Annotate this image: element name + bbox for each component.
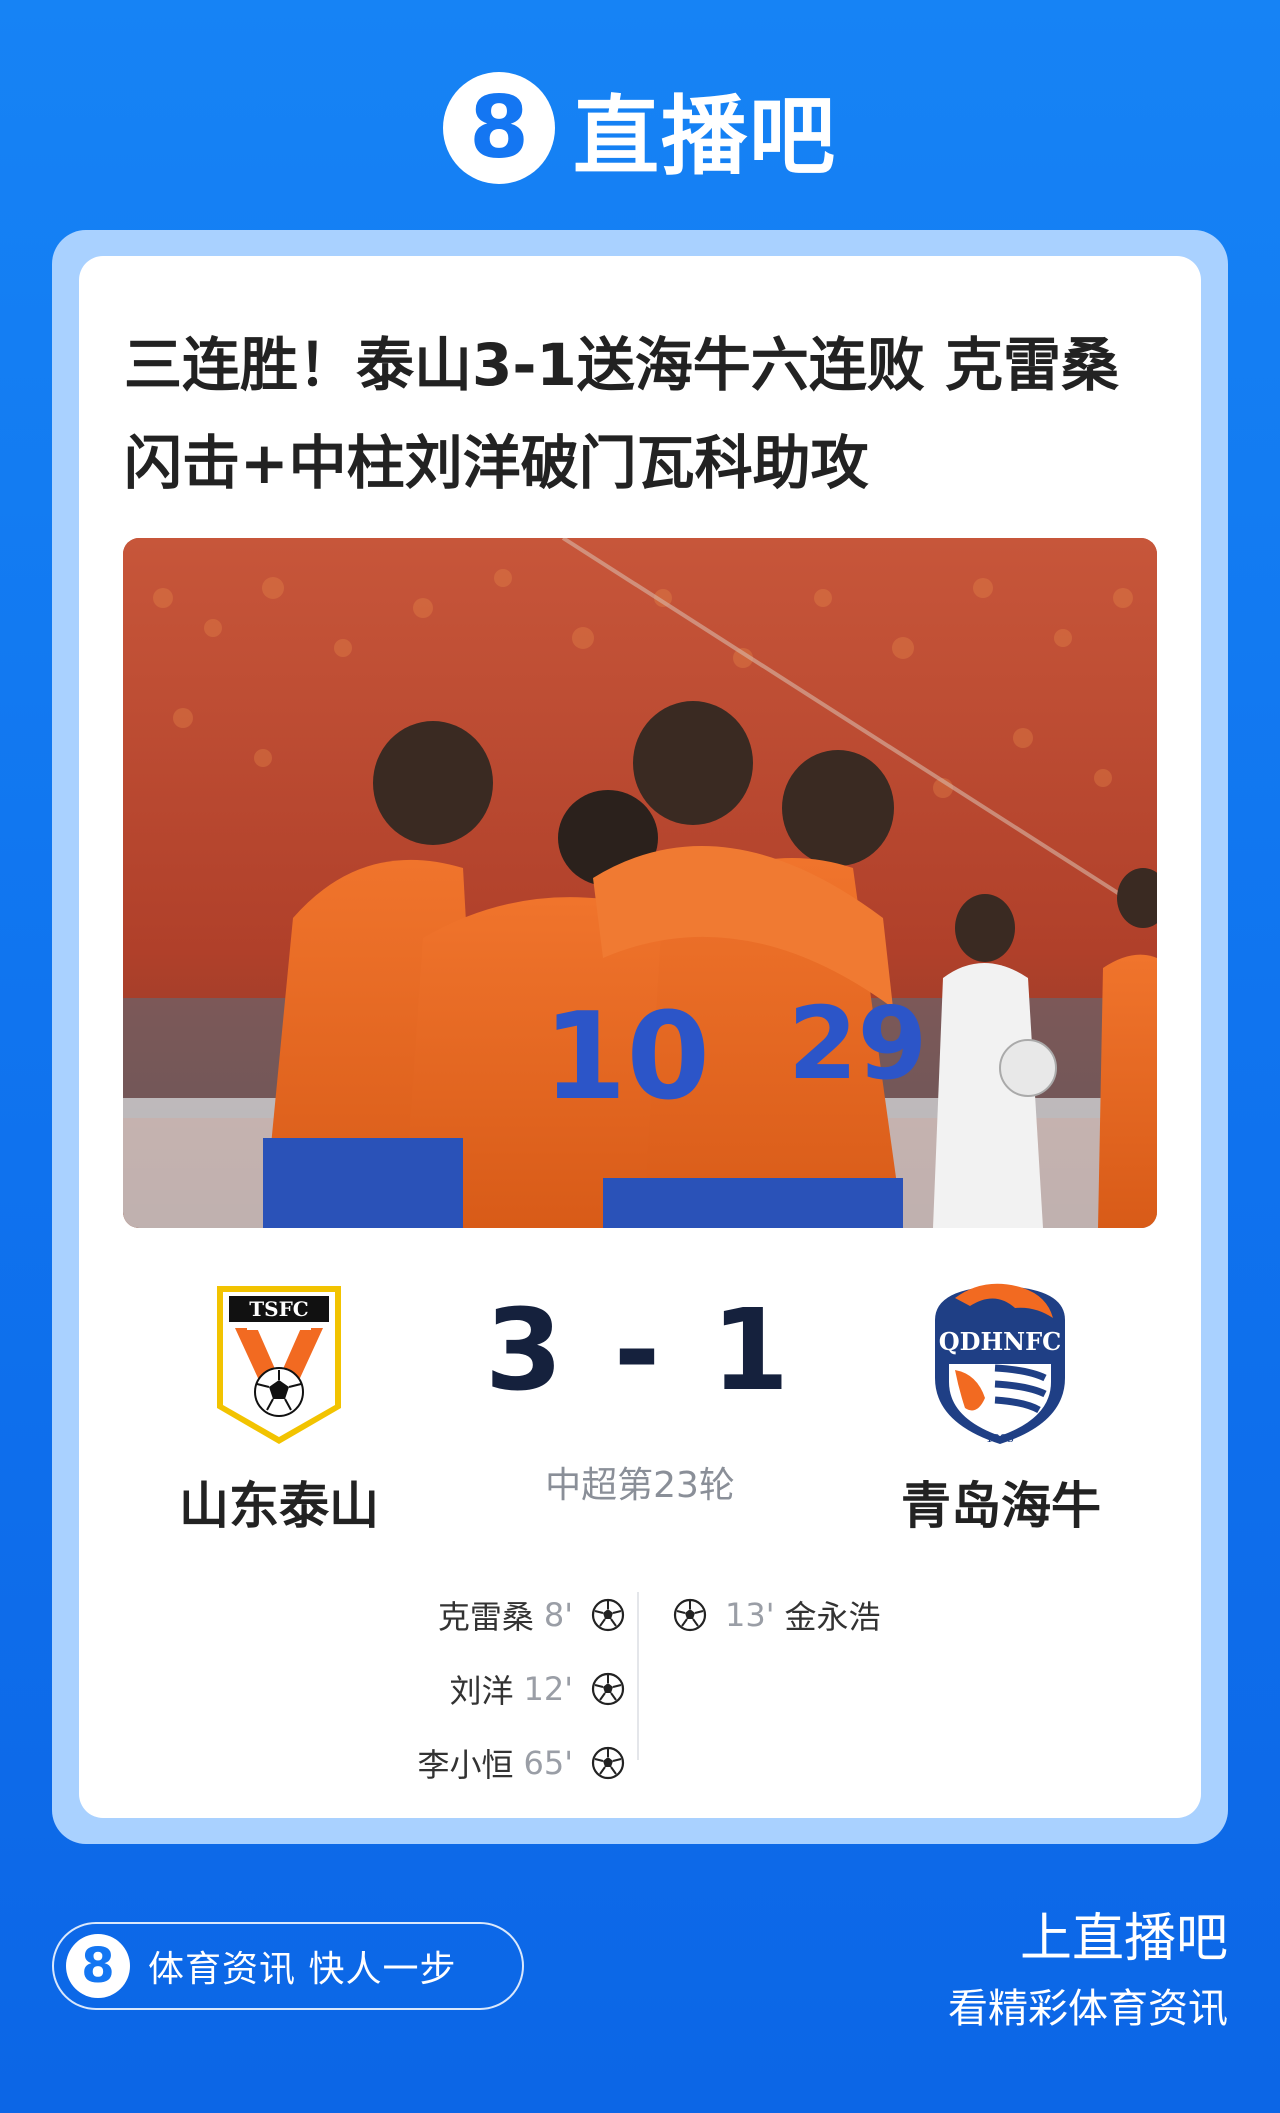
logo-badge: 8 <box>443 72 555 184</box>
soccer-ball-icon <box>591 1598 625 1632</box>
match-score: 3 - 1 <box>484 1286 796 1416</box>
soccer-ball-icon <box>673 1598 707 1632</box>
home-goals-list: 克雷桑 8' 刘洋 12' 李小恒 65' <box>139 1578 625 1800</box>
svg-text:QDHNFC: QDHNFC <box>939 1327 1061 1356</box>
svg-text:29: 29 <box>788 985 927 1102</box>
scorer-name: 李小恒 <box>417 1746 514 1784</box>
match-round: 中超第23轮 <box>545 1465 735 1506</box>
goal-event: 刘洋 12' <box>139 1652 625 1726</box>
goal-minute: 65' <box>523 1744 573 1782</box>
scorer-name: 克雷桑 <box>437 1598 534 1636</box>
soccer-ball-icon <box>591 1672 625 1706</box>
logo-badge: 8 <box>66 1934 130 1998</box>
news-card[interactable]: 三连胜！泰山3-1送海牛六连败 克雷桑闪击+中柱刘洋破门瓦科助攻 10 29 T… <box>79 256 1201 1818</box>
app-header: 8 直播吧 <box>0 68 1280 188</box>
away-team-crest: QDHNFC 1993 <box>925 1278 1065 1448</box>
goal-event: 克雷桑 8' <box>139 1578 625 1652</box>
goal-minute: 8' <box>543 1596 573 1634</box>
match-photo: 10 29 <box>123 538 1157 1228</box>
goal-event: 李小恒 65' <box>139 1726 625 1800</box>
goal-minute: 12' <box>523 1670 573 1708</box>
cta-title: 上直播吧 <box>1019 1909 1228 1969</box>
svg-text:1993: 1993 <box>986 1432 1014 1445</box>
goals-divider <box>637 1592 639 1760</box>
goal-event: 13' 金永浩 <box>673 1578 1159 1652</box>
home-team-crest: TSFC <box>209 1280 349 1450</box>
away-team-name: 青岛海牛 <box>901 1477 1101 1535</box>
away-goals-list: 13' 金永浩 <box>673 1578 1159 1652</box>
scorer-name: 金永浩 <box>784 1598 881 1636</box>
home-team-name: 山东泰山 <box>179 1477 379 1535</box>
article-headline: 三连胜！泰山3-1送海牛六连败 克雷桑闪击+中柱刘洋破门瓦科助攻 <box>124 331 1119 497</box>
slogan-text: 体育资讯 快人一步 <box>148 1949 457 1990</box>
cta-subtitle: 看精彩体育资讯 <box>948 1986 1228 2032</box>
brand-name: 直播吧 <box>573 86 837 187</box>
slogan-pill[interactable]: 8 体育资讯 快人一步 <box>52 1922 524 2010</box>
goal-minute: 13' <box>725 1596 775 1634</box>
soccer-ball-icon <box>591 1746 625 1780</box>
celebration-photo: 10 29 <box>123 538 1157 1228</box>
svg-text:TSFC: TSFC <box>249 1297 308 1321</box>
scorer-name: 刘洋 <box>449 1672 514 1710</box>
svg-text:10: 10 <box>543 988 710 1127</box>
